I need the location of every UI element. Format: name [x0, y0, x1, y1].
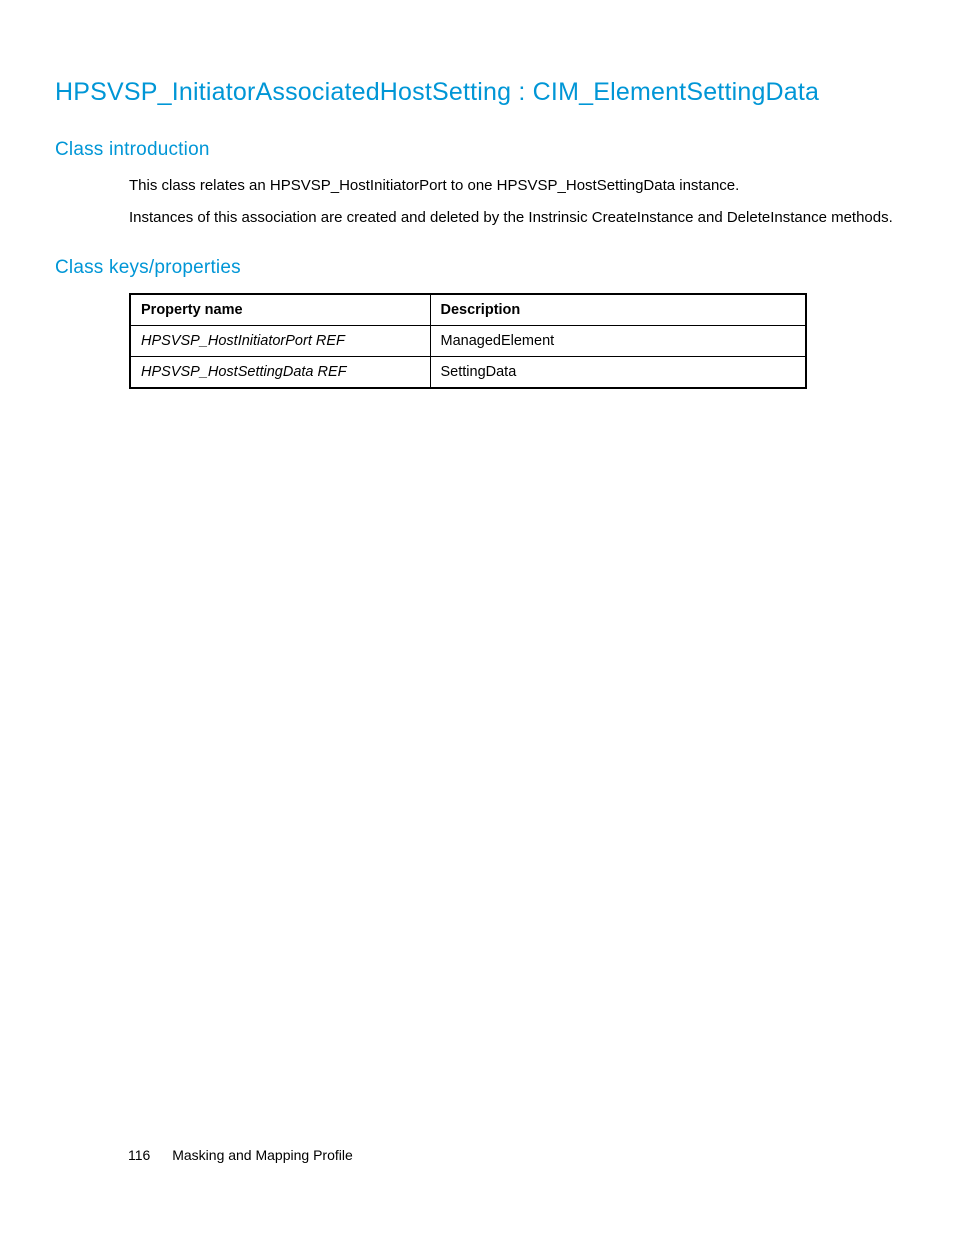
page-number: 116 [128, 1147, 150, 1163]
table-cell-description: ManagedElement [430, 325, 806, 356]
table-cell-propname: HPSVSP_HostSettingData REF [130, 356, 430, 388]
table-header-propname: Property name [130, 294, 430, 326]
properties-table: Property name Description HPSVSP_HostIni… [129, 293, 807, 389]
page-footer: 116 Masking and Mapping Profile [128, 1147, 353, 1163]
page-title: HPSVSP_InitiatorAssociatedHostSetting : … [55, 78, 899, 107]
table-row: HPSVSP_HostSettingData REF SettingData [130, 356, 806, 388]
section-heading-intro: Class introduction [55, 139, 899, 161]
intro-paragraph-1: This class relates an HPSVSP_HostInitiat… [129, 175, 899, 197]
intro-body: This class relates an HPSVSP_HostInitiat… [55, 175, 899, 229]
table-cell-description: SettingData [430, 356, 806, 388]
table-row: HPSVSP_HostInitiatorPort REF ManagedElem… [130, 325, 806, 356]
table-header-description: Description [430, 294, 806, 326]
footer-section-title: Masking and Mapping Profile [172, 1147, 353, 1163]
section-heading-props: Class keys/properties [55, 257, 899, 279]
table-cell-propname: HPSVSP_HostInitiatorPort REF [130, 325, 430, 356]
table-header-row: Property name Description [130, 294, 806, 326]
intro-paragraph-2: Instances of this association are create… [129, 207, 899, 229]
props-body: Property name Description HPSVSP_HostIni… [55, 293, 899, 389]
